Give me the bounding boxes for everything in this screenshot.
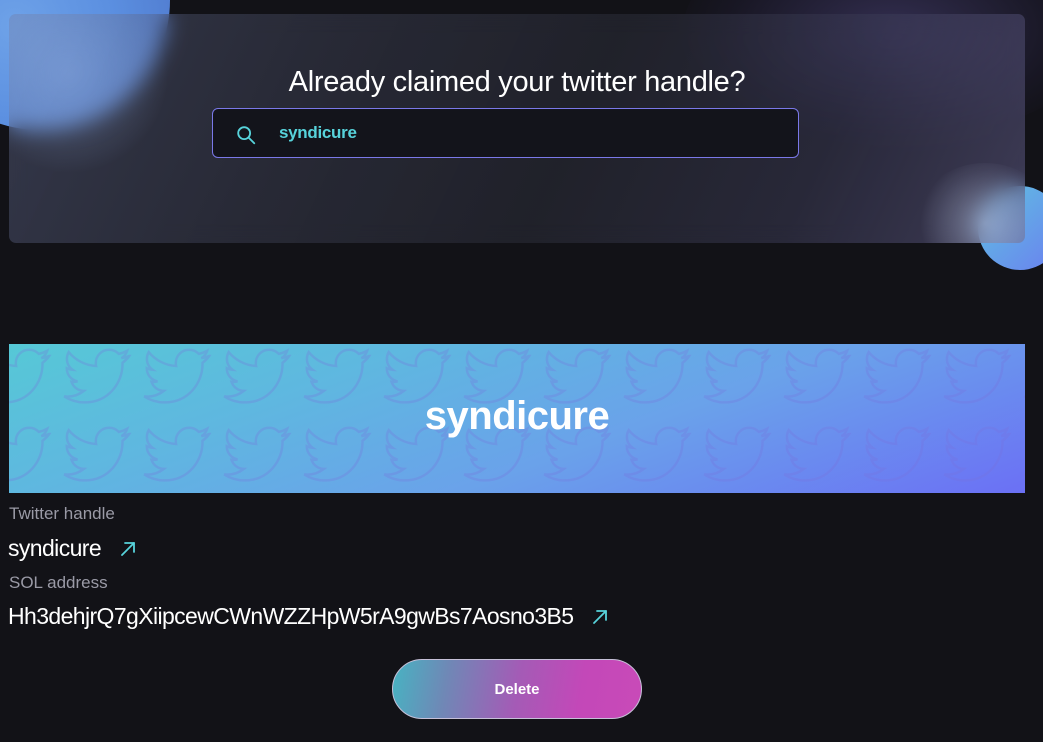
sol-address-label: SOL address <box>9 573 108 592</box>
external-link-icon[interactable] <box>119 540 137 558</box>
search-box[interactable] <box>212 108 799 158</box>
search-input[interactable] <box>279 121 779 145</box>
banner-handle: syndicure <box>424 394 610 438</box>
twitter-handle-row: syndicure <box>8 535 137 562</box>
delete-button[interactable]: Delete <box>392 659 642 719</box>
search-icon <box>237 126 256 145</box>
sol-address-row: Hh3dehjrQ7gXiipcewCWnWZZHpW5rA9gwBs7Aosn… <box>8 603 609 630</box>
twitter-handle-value: syndicure <box>8 535 102 561</box>
external-link-icon[interactable] <box>591 608 609 626</box>
page: Already claimed your twitter handle? syn… <box>0 0 1043 742</box>
sol-address-value: Hh3dehjrQ7gXiipcewCWnWZZHpW5rA9gwBs7Aosn… <box>8 603 574 629</box>
twitter-handle-label: Twitter handle <box>9 504 115 523</box>
search-card: Already claimed your twitter handle? <box>9 14 1025 243</box>
profile-banner: syndicure <box>9 344 1025 493</box>
search-title: Already claimed your twitter handle? <box>288 66 746 98</box>
